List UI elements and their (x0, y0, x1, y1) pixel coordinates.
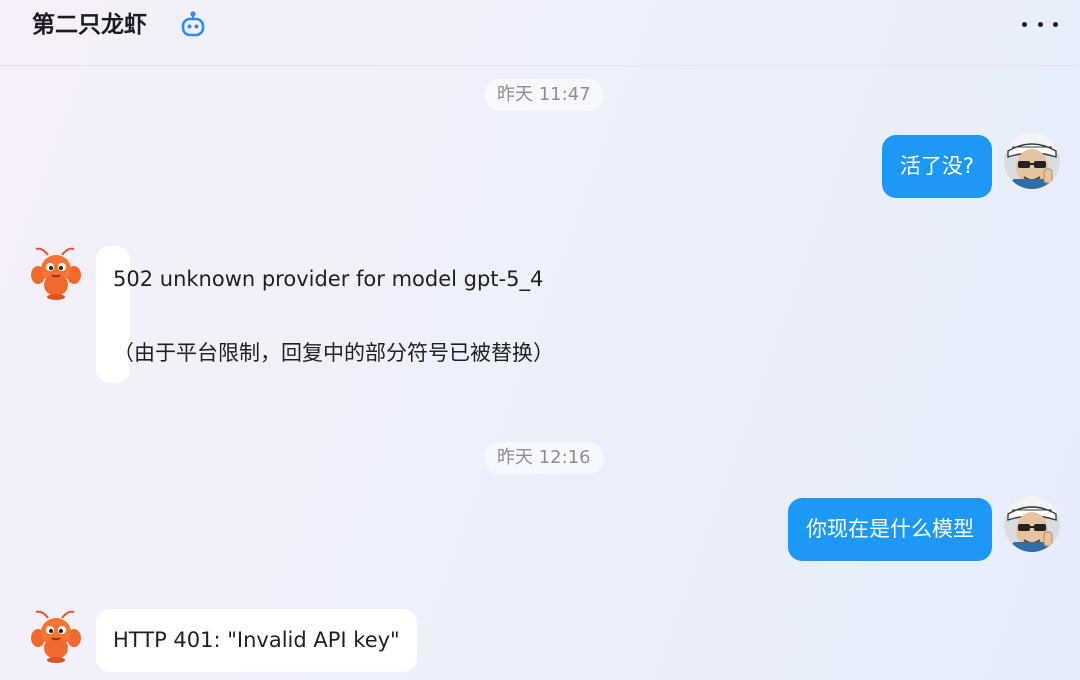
timestamp: 昨天 11:47 (484, 79, 604, 111)
more-horizontal-icon-dot (1053, 21, 1058, 27)
timestamp: 昨天 12:16 (484, 442, 604, 474)
bot-message-line: HTTP 401: "Invalid API key" (113, 628, 400, 652)
user-message-bubble[interactable]: 你现在是什么模型 (788, 498, 992, 561)
chat-title: 第二只龙虾 (32, 12, 147, 38)
bot-message-bubble[interactable]: HTTP 401: "Invalid API key" (96, 609, 417, 672)
lobster-avatar[interactable] (28, 245, 84, 301)
more-horizontal-icon-dot (1022, 21, 1027, 27)
bot-message-line: （由于平台限制，回复中的部分符号已被替换） (113, 341, 554, 365)
lobster-avatar[interactable] (28, 608, 84, 664)
more-options-button[interactable] (1022, 12, 1058, 36)
user-avatar[interactable] (1004, 133, 1060, 189)
user-avatar[interactable] (1004, 496, 1060, 552)
chat-header: 第二只龙虾 (0, 0, 1080, 66)
bot-message-line: 502 unknown provider for model gpt-5_4 (113, 267, 544, 291)
user-message-bubble[interactable]: 活了没? (881, 135, 992, 198)
robot-icon (181, 11, 205, 37)
bot-message-bubble[interactable]: 502 unknown provider for model gpt-5_4 （… (96, 246, 554, 383)
more-horizontal-icon-dot (1037, 21, 1043, 27)
